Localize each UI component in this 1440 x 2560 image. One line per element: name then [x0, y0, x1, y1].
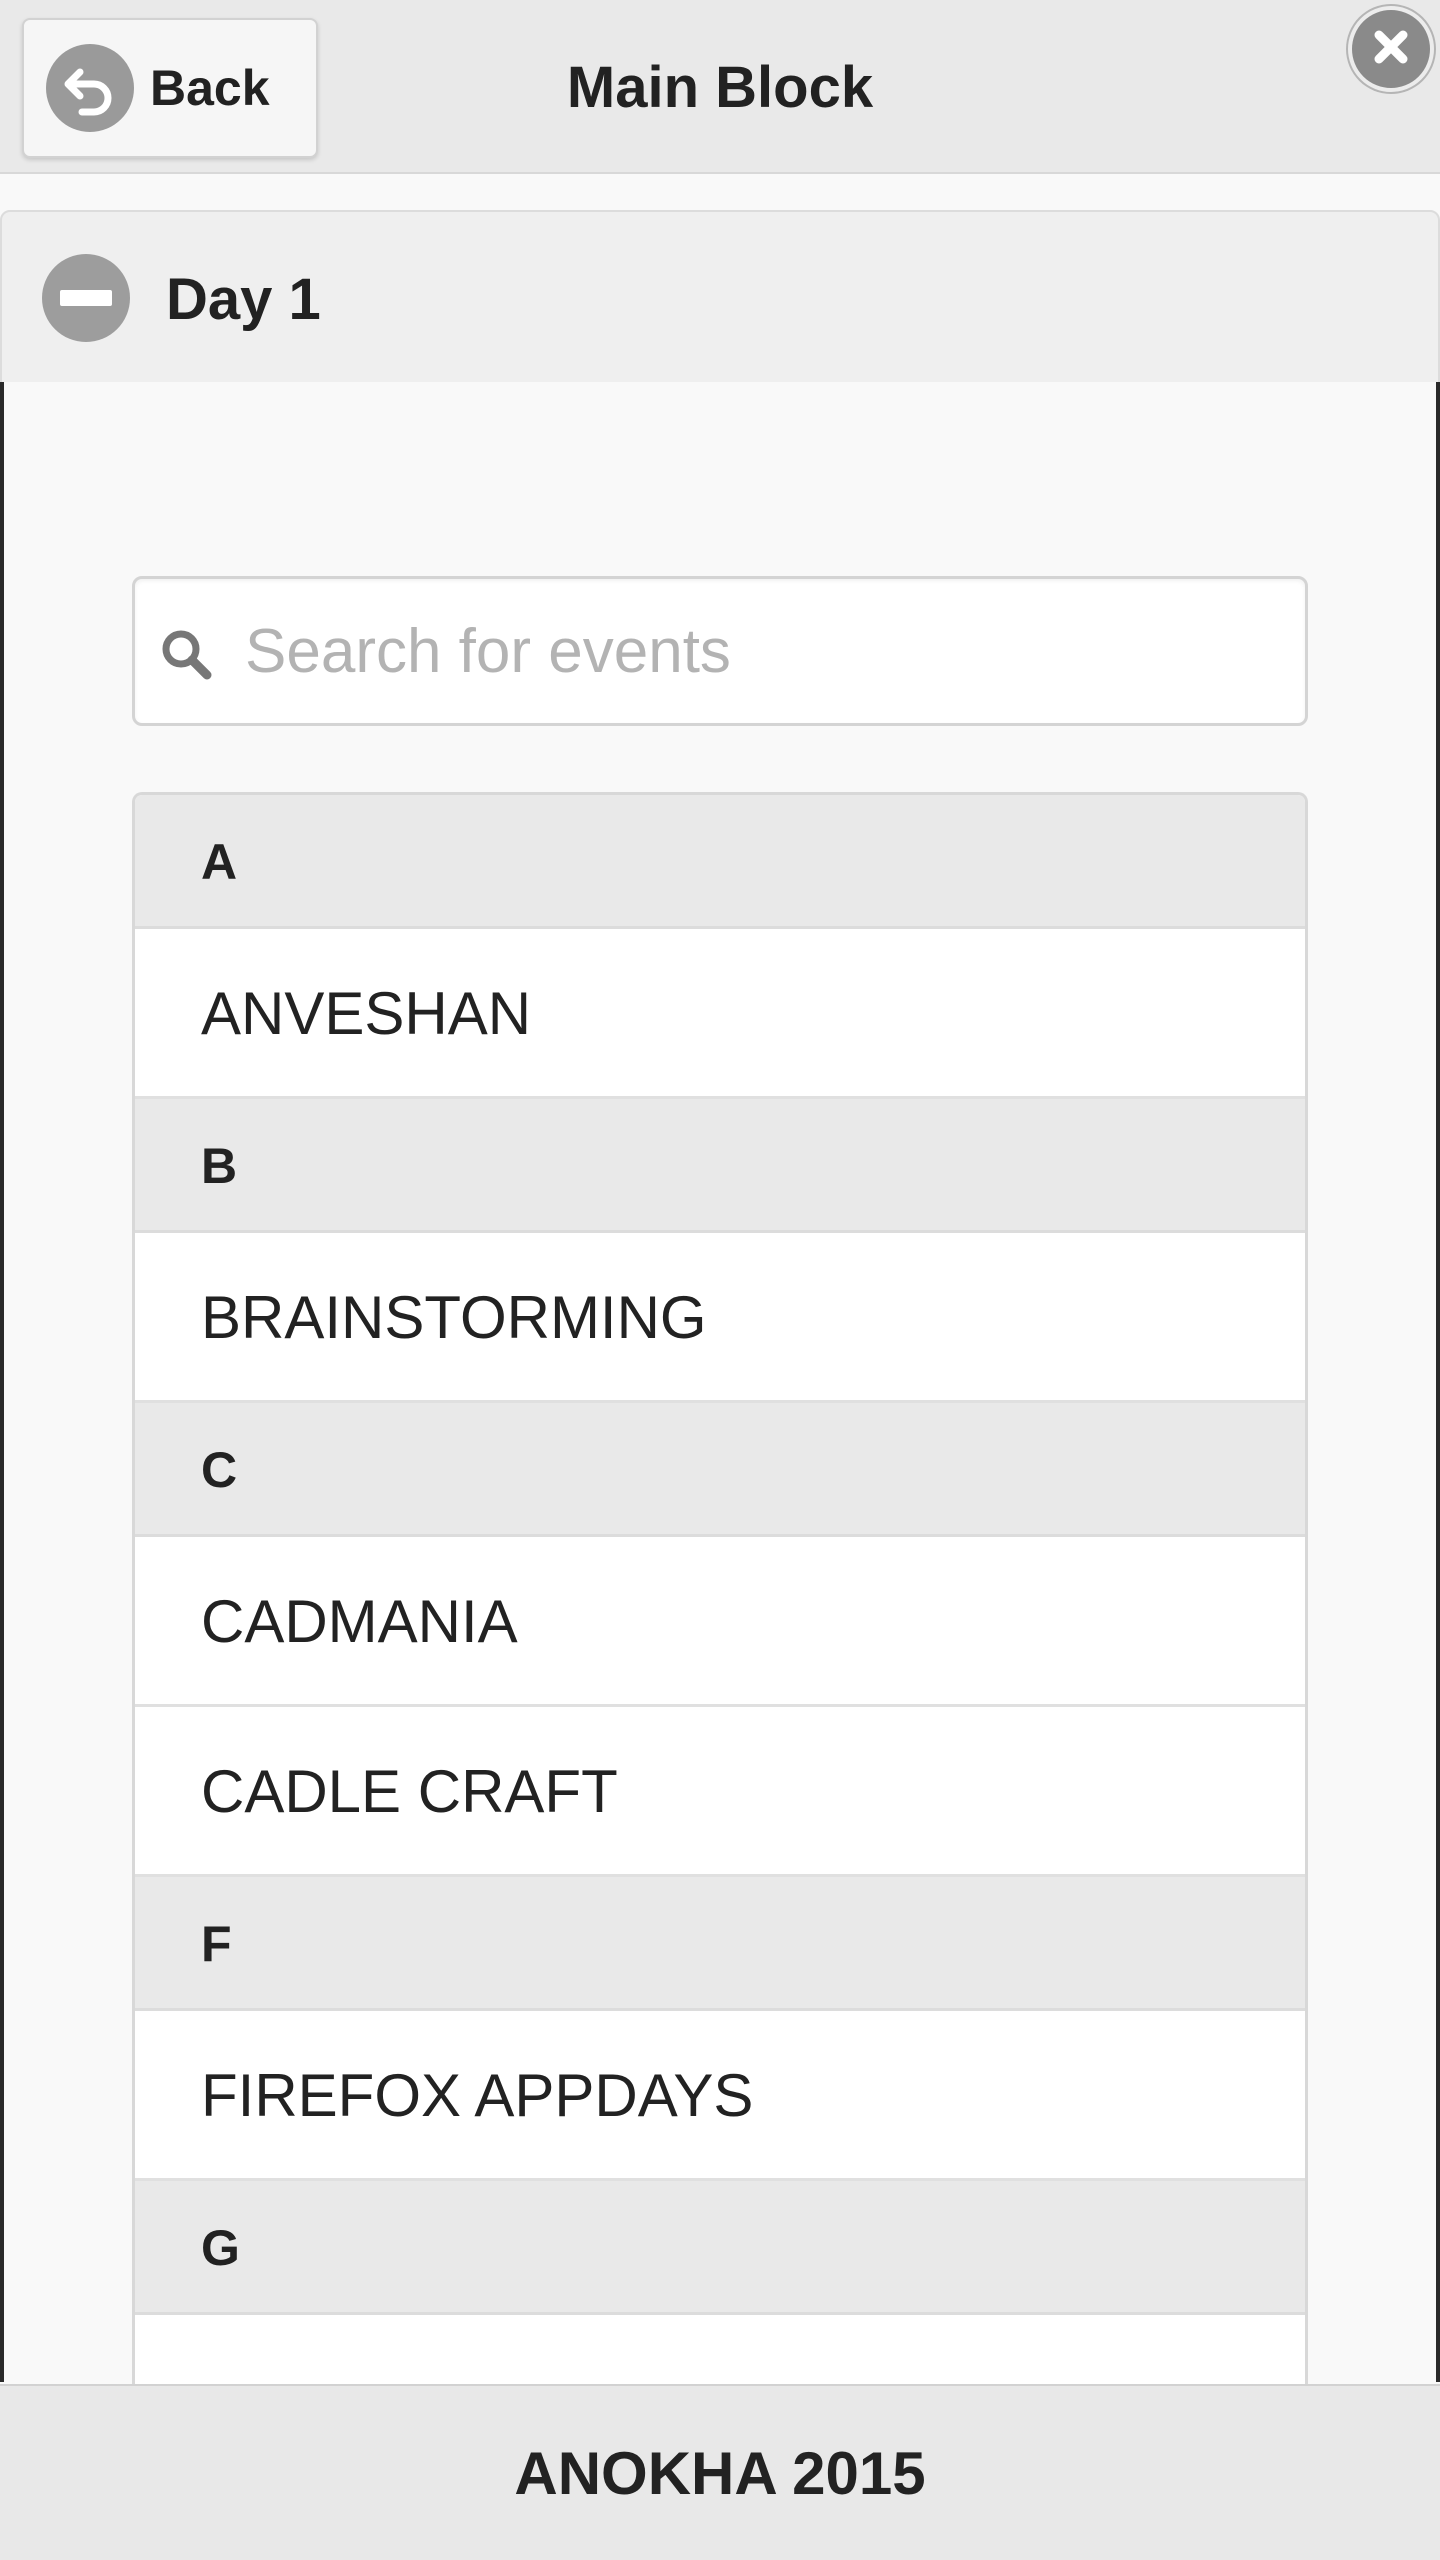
page-title: Main Block [566, 55, 874, 120]
list-divider: F [135, 1877, 1305, 2011]
header-bar: Back Main Block [0, 0, 1440, 174]
list-item[interactable]: ANVESHAN [135, 929, 1305, 1099]
list-divider: C [135, 1403, 1305, 1537]
event-list: A ANVESHAN B BRAINSTORMING C CADMANIA CADLE CR… [132, 792, 1308, 2392]
day-collapsible-toggle[interactable]: Day 1 [0, 210, 1440, 384]
close-button[interactable] [1348, 6, 1434, 92]
search-input[interactable] [245, 579, 1285, 723]
minus-icon [42, 254, 130, 342]
back-button[interactable]: Back [22, 18, 318, 158]
back-arrow-icon [46, 44, 134, 132]
list-item[interactable] [135, 2315, 1305, 2392]
close-icon [1369, 25, 1413, 74]
list-item[interactable]: FIREFOX APPDAYS [135, 2011, 1305, 2181]
list-divider: G [135, 2181, 1305, 2315]
list-item[interactable]: CADLE CRAFT [135, 1707, 1305, 1877]
section-title: Day 1 [166, 267, 321, 332]
list-divider: A [135, 795, 1305, 929]
footer-title: ANOKHA 2015 [0, 2384, 1440, 2560]
search-box [132, 576, 1308, 726]
list-item[interactable]: BRAINSTORMING [135, 1233, 1305, 1403]
back-button-label: Back [150, 60, 270, 116]
list-divider: B [135, 1099, 1305, 1233]
search-icon [157, 625, 217, 685]
list-item[interactable]: CADMANIA [135, 1537, 1305, 1707]
